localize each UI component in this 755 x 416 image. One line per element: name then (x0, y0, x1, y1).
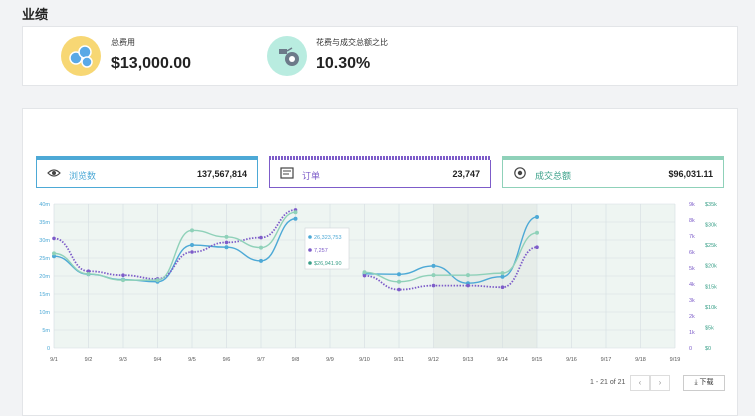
metric-value-orders: 23,747 (452, 169, 480, 179)
metric-tab-gmv[interactable]: 成交总额 $96,031.11 (502, 156, 724, 188)
next-page-button[interactable]: › (650, 375, 670, 391)
prev-page-button[interactable]: ‹ (630, 375, 650, 391)
page-title: 业绩 (22, 7, 49, 22)
order-icon (280, 167, 294, 179)
coin-icon (514, 167, 526, 179)
download-label: 下载 (699, 379, 714, 386)
coins-icon (61, 36, 101, 76)
kpi-label-cost-ratio: 花费与成交总额之比 (316, 38, 388, 47)
download-button[interactable]: ⤓ 下载 (683, 375, 725, 391)
kpi-label-total-cost: 总费用 (111, 38, 135, 47)
pagination-text: 1 - 21 of 21 (590, 379, 626, 386)
metric-label-gmv: 成交总额 (535, 171, 572, 181)
chart-card: 浏览数 137,567,814 订单 23,747 成交总额 $96,031.1… (22, 108, 738, 416)
kpi-card: 总费用 $13,000.00 花费与成交总额之比 10.30% (22, 26, 738, 86)
kpi-value-total-cost: $13,000.00 (111, 55, 192, 72)
metric-tab-orders[interactable]: 订单 23,747 (269, 156, 491, 188)
money-bag-icon (267, 36, 307, 76)
metric-value-gmv: $96,031.11 (668, 169, 713, 179)
metric-value-views: 137,567,814 (196, 169, 247, 179)
metric-tab-views[interactable]: 浏览数 137,567,814 (36, 156, 258, 188)
metric-label-orders: 订单 (302, 171, 321, 181)
eye-icon (47, 169, 61, 177)
kpi-value-cost-ratio: 10.30% (316, 55, 371, 72)
metric-label-views: 浏览数 (69, 171, 97, 181)
